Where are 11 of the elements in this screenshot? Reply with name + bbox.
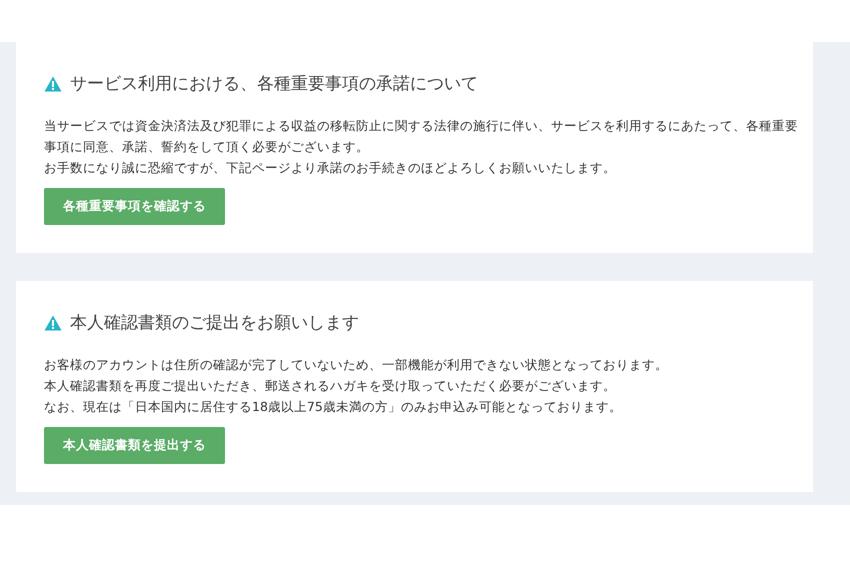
action-button[interactable]: 本人確認書類を提出する [44,427,225,464]
notice-text: 当サービスでは資金決済法及び犯罪による収益の移転防止に関する法律の施行に伴い、サービスを利用するにあたって、各種重要事項に同意、承諾、誓約をして頂く必要がございます。 [44,117,799,156]
warning-icon [44,314,62,330]
action-button[interactable]: 各種重要事項を確認する [44,188,225,225]
notice-text: お手数になり誠に恐縮ですが、下記ページより承諾のお手続きのほどよろしくお願いいたします。 [44,159,617,177]
notice-text: なお、現在は「日本国内に居住する18歳以上75歳未満の方」のみお申込み可能となっております。 [44,398,623,416]
notice-text: 本人確認書類を再度ご提出いただき、郵送されるハガキを受け取っていただく必要がございます。 [44,377,617,395]
warning-icon [44,76,62,92]
notice-title: サービス利用における、各種重要事項の承諾について [70,73,478,95]
notice-title: 本人確認書類のご提出をお願いします [70,312,359,334]
notice-text: お客様のアカウントは住所の確認が完了していないため、一部機能が利用できない状態となっております。 [44,356,669,374]
